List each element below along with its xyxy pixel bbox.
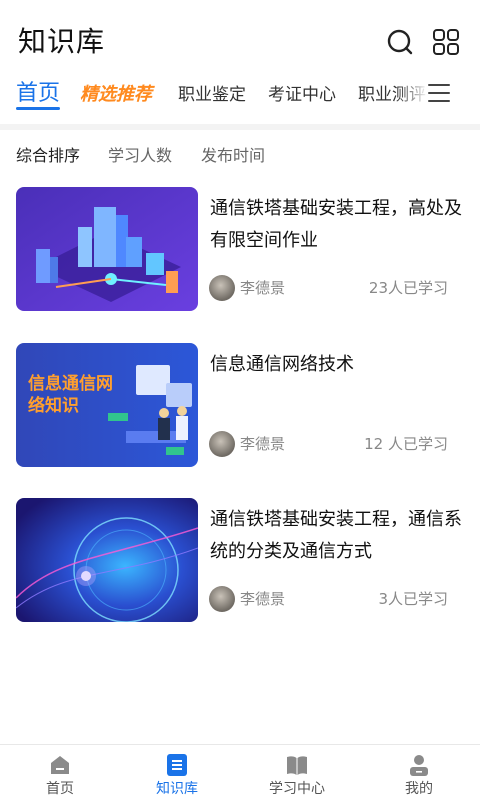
nav-label: 知识库	[156, 781, 198, 797]
nav-label: 我的	[405, 781, 433, 797]
book-icon	[287, 756, 307, 775]
home-icon	[51, 756, 69, 774]
course-title: 通信铁塔基础安装工程，通信系统的分类及通信方式	[210, 509, 462, 562]
nav-profile[interactable]: 我的	[359, 745, 479, 800]
course-thumbnail: 信息通信网络知识	[16, 343, 198, 467]
search-icon[interactable]	[386, 28, 414, 56]
tab-certification-center[interactable]: 考证中心	[268, 76, 336, 116]
tab-home[interactable]: 首页	[16, 76, 61, 116]
page-title: 知识库	[18, 25, 106, 58]
learner-count: 3人已学习	[378, 590, 448, 608]
author-name: 李德景	[240, 279, 286, 297]
section-divider	[0, 124, 480, 130]
course-title: 信息通信网络技术	[210, 354, 354, 375]
nav-study-center[interactable]: 学习中心	[237, 745, 357, 800]
sort-comprehensive[interactable]: 综合排序	[16, 142, 80, 166]
course-thumbnail	[16, 187, 198, 311]
sort-bar: 综合排序 学习人数 发布时间	[0, 138, 480, 168]
nav-home[interactable]: 首页	[0, 745, 120, 800]
author-avatar	[209, 431, 235, 457]
tab-featured[interactable]: 精选推荐	[80, 76, 152, 116]
author-name: 李德景	[240, 590, 286, 608]
course-card[interactable]: 通信铁塔基础安装工程，高处及有限空间作业 李德景 23人已学习	[0, 187, 480, 311]
author-avatar	[209, 275, 235, 301]
knowledge-icon	[167, 754, 187, 776]
apps-grid-icon[interactable]	[432, 28, 460, 56]
nav-knowledge[interactable]: 知识库	[117, 745, 237, 800]
sort-learners[interactable]: 学习人数	[108, 142, 172, 166]
course-thumbnail	[16, 498, 198, 622]
course-card[interactable]: 信息通信网络知识 信息通信网络技术 李德景 12 人已学习	[0, 343, 480, 467]
tab-career-appraisal[interactable]: 职业鉴定	[178, 76, 246, 116]
nav-label: 学习中心	[269, 781, 325, 797]
author-name: 李德景	[240, 435, 286, 453]
bottom-navigation: 首页 知识库 学习中心 我的	[0, 744, 480, 800]
course-card[interactable]: 通信铁塔基础安装工程，通信系统的分类及通信方式 李德景 3人已学习	[0, 498, 480, 622]
author-avatar	[209, 586, 235, 612]
thumbnail-caption: 信息通信网络知识	[28, 374, 113, 416]
category-tabs: 首页 精选推荐 职业鉴定 考证中心 职业测评	[0, 76, 480, 116]
profile-icon	[410, 755, 428, 776]
tabs-fade	[398, 76, 428, 116]
learner-count: 23人已学习	[368, 279, 448, 297]
nav-label: 首页	[46, 781, 74, 797]
menu-icon[interactable]	[428, 84, 450, 104]
course-title: 通信铁塔基础安装工程，高处及有限空间作业	[210, 198, 462, 251]
app-header: 知识库	[0, 0, 480, 74]
learner-count: 12 人已学习	[364, 435, 448, 453]
sort-publish-time[interactable]: 发布时间	[201, 142, 265, 166]
